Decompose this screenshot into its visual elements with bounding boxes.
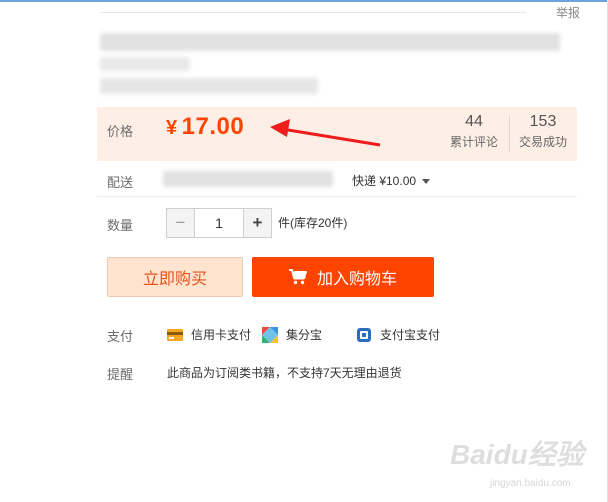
buy-now-button[interactable]: 立即购买 — [107, 257, 243, 297]
quantity-stepper: − 1 + — [166, 208, 272, 238]
top-border — [0, 0, 608, 2]
chevron-down-icon — [422, 179, 431, 185]
price-amount: 17.00 — [181, 113, 245, 140]
stock-info: 件(库存20件) — [278, 216, 348, 230]
add-to-cart-label: 加入购物车 — [316, 271, 397, 288]
price-label: 价格 — [107, 124, 134, 139]
reminder-label: 提醒 — [107, 367, 134, 382]
payment-label: 支付 — [107, 329, 134, 344]
jifenbao-icon — [262, 326, 278, 343]
payment-credit-card: 信用卡支付 — [167, 326, 251, 343]
cart-icon — [288, 269, 307, 285]
alipay-icon — [357, 327, 371, 342]
annotation-arrow-icon — [270, 119, 381, 147]
decrease-button[interactable]: − — [167, 209, 195, 237]
stat-divider — [509, 115, 510, 153]
payment-alipay: 支付宝支付 — [356, 326, 440, 343]
watermark-logo: Baidu经验 — [450, 439, 584, 470]
payment-method-label: 支付宝支付 — [380, 328, 441, 342]
deals-label: 交易成功 — [518, 135, 567, 149]
reviews-stat[interactable]: 44 累计评论 — [449, 113, 499, 150]
buy-now-label: 立即购买 — [142, 271, 207, 288]
payment-method-label: 集分宝 — [286, 328, 323, 342]
price-value: ¥17.00 — [166, 113, 244, 141]
report-link[interactable]: 举报 — [556, 4, 580, 21]
shipping-method-select[interactable]: 快递 ¥10.00 — [352, 172, 431, 189]
payment-method-label: 信用卡支付 — [191, 328, 252, 342]
reminder-text: 此商品为订阅类书籍，不支持7天无理由退货 — [167, 366, 402, 380]
quantity-label: 数量 — [107, 218, 134, 233]
deals-stat: 153 交易成功 — [515, 113, 571, 150]
deals-count: 153 — [529, 113, 557, 130]
reviews-count: 44 — [465, 113, 483, 130]
add-to-cart-button[interactable]: 加入购物车 — [252, 257, 434, 297]
shipping-method-value: 快递 ¥10.00 — [352, 174, 417, 188]
currency-symbol: ¥ — [166, 117, 178, 139]
quantity-input[interactable]: 1 — [195, 209, 243, 237]
divider — [97, 196, 577, 197]
increase-button[interactable]: + — [243, 209, 271, 237]
shipping-label: 配送 — [107, 175, 134, 190]
header-divider — [100, 12, 526, 13]
shipping-address-blurred — [163, 171, 333, 187]
watermark-url: jingyan.baidu.com — [490, 478, 571, 489]
reviews-label: 累计评论 — [449, 135, 498, 149]
credit-card-icon — [167, 328, 183, 341]
payment-jifenbao: 集分宝 — [262, 326, 322, 343]
